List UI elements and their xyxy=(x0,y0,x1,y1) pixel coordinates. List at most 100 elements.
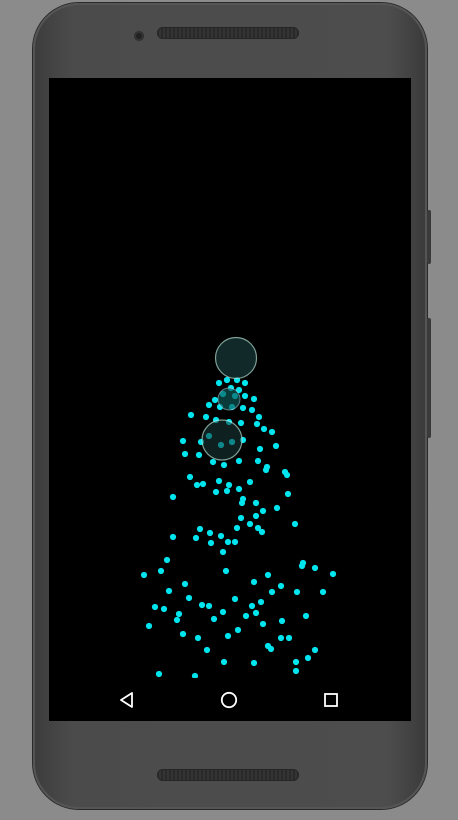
particle xyxy=(155,670,163,678)
particle xyxy=(241,379,249,387)
particle xyxy=(237,514,245,522)
particle xyxy=(277,582,285,590)
particle xyxy=(237,419,245,427)
particle xyxy=(252,609,260,617)
particle-canvas[interactable] xyxy=(49,78,411,678)
particle xyxy=(285,634,293,642)
particle xyxy=(211,396,219,404)
particle xyxy=(210,615,218,623)
particle xyxy=(253,420,261,428)
particle xyxy=(239,404,247,412)
particle xyxy=(250,659,258,667)
triangle-back-icon xyxy=(120,692,133,708)
particle xyxy=(272,442,280,450)
home-button[interactable] xyxy=(217,688,241,712)
particle xyxy=(319,588,327,596)
particle xyxy=(283,471,291,479)
particle xyxy=(222,567,230,575)
particle xyxy=(231,538,239,546)
particle xyxy=(173,616,181,624)
particle xyxy=(169,493,177,501)
particle xyxy=(145,622,153,630)
particle xyxy=(157,567,165,575)
particle xyxy=(223,487,231,495)
particle xyxy=(205,401,213,409)
navigation-bar xyxy=(49,678,411,721)
particle xyxy=(284,490,292,498)
particle xyxy=(219,548,227,556)
particle xyxy=(241,392,249,400)
middle-touch-circle xyxy=(217,387,241,411)
particle xyxy=(259,620,267,628)
particle xyxy=(199,480,207,488)
particle xyxy=(234,626,242,634)
particle xyxy=(329,570,337,578)
lower-touch-circle xyxy=(201,419,243,461)
particle xyxy=(220,461,228,469)
particle xyxy=(268,428,276,436)
particle xyxy=(291,520,299,528)
particle xyxy=(192,534,200,542)
particle xyxy=(298,562,306,570)
particle xyxy=(235,457,243,465)
back-button[interactable] xyxy=(115,688,139,712)
particle xyxy=(163,556,171,564)
device-screen[interactable] xyxy=(49,78,411,721)
front-camera xyxy=(134,31,144,41)
particle xyxy=(181,450,189,458)
particle xyxy=(196,525,204,533)
particle xyxy=(217,532,225,540)
particle xyxy=(185,594,193,602)
particle xyxy=(311,646,319,654)
particle xyxy=(257,598,265,606)
particle xyxy=(302,612,310,620)
particle xyxy=(238,499,246,507)
particle xyxy=(292,667,300,675)
particle xyxy=(195,451,203,459)
particle xyxy=(179,630,187,638)
particle xyxy=(193,481,201,489)
particle xyxy=(259,507,267,515)
particle xyxy=(256,445,264,453)
particle xyxy=(203,646,211,654)
particle xyxy=(264,571,272,579)
recents-button[interactable] xyxy=(319,688,343,712)
particle-layer xyxy=(140,376,337,678)
particle xyxy=(224,538,232,546)
particle xyxy=(186,473,194,481)
particle xyxy=(198,601,206,609)
volume-button xyxy=(427,210,431,264)
particle xyxy=(212,488,220,496)
particle xyxy=(179,437,187,445)
particle xyxy=(160,605,168,613)
particle xyxy=(151,603,159,611)
particle xyxy=(215,477,223,485)
particle xyxy=(264,642,272,650)
particle xyxy=(250,578,258,586)
circle-home-icon xyxy=(220,691,238,709)
particle xyxy=(248,406,256,414)
particle xyxy=(169,533,177,541)
touch-circle-layer xyxy=(201,336,258,461)
particle xyxy=(248,602,256,610)
particle xyxy=(219,608,227,616)
particle xyxy=(268,588,276,596)
particle xyxy=(207,539,215,547)
particle xyxy=(246,520,254,528)
particle xyxy=(140,571,148,579)
particle xyxy=(233,524,241,532)
particle xyxy=(262,466,270,474)
particle xyxy=(273,504,281,512)
particle xyxy=(220,658,228,666)
particle xyxy=(255,413,263,421)
particle xyxy=(304,654,312,662)
top-touch-circle xyxy=(214,336,258,380)
particle xyxy=(175,610,183,618)
particle xyxy=(250,395,258,403)
particle xyxy=(258,528,266,536)
particle xyxy=(278,617,286,625)
particle xyxy=(209,458,217,466)
particle xyxy=(231,595,239,603)
square-recents-icon xyxy=(324,693,338,707)
particle xyxy=(311,564,319,572)
